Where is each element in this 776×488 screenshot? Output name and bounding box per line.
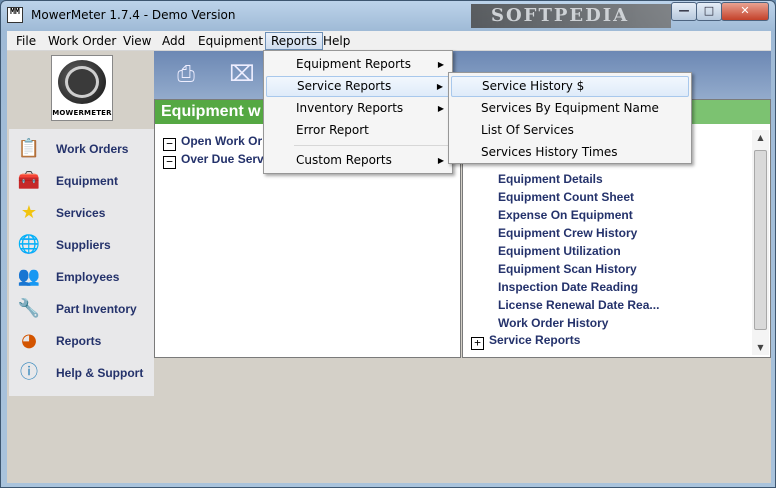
clipboard-icon: 📋 bbox=[17, 138, 41, 159]
report-link[interactable]: Work Order History bbox=[498, 316, 608, 330]
app-icon[interactable]: MM bbox=[7, 7, 23, 23]
vertical-scrollbar[interactable]: ▲ ▼ bbox=[752, 130, 769, 355]
report-link[interactable]: Equipment Details bbox=[498, 172, 603, 186]
menu-bar: File Work Order View Add Equipment Repor… bbox=[7, 31, 771, 51]
empty-workspace bbox=[154, 358, 771, 483]
title-bar[interactable]: MM MowerMeter 1.7.4 - Demo Version SOFTP… bbox=[1, 1, 775, 31]
app-window: MM MowerMeter 1.7.4 - Demo Version SOFTP… bbox=[0, 0, 776, 488]
sidebar-item-equipment[interactable]: 🧰 Equipment bbox=[9, 165, 154, 197]
mowermeter-logo: MOWERMETER bbox=[51, 55, 113, 121]
tree-node-label: Service Reports bbox=[489, 333, 581, 347]
tree-node-over-due-services[interactable]: − Over Due Serv bbox=[163, 152, 264, 169]
sidebar-item-part-inventory[interactable]: 🔧 Part Inventory bbox=[9, 293, 154, 325]
expand-toggle[interactable]: + bbox=[471, 337, 484, 350]
wrench-icon: 🔧 bbox=[17, 298, 41, 319]
sidebar-item-label: Work Orders bbox=[56, 142, 129, 156]
close-button[interactable]: ✕ bbox=[721, 2, 769, 21]
globe-icon: 🌐 bbox=[17, 234, 41, 255]
menu-item-inventory-reports[interactable]: Inventory Reports ▶ bbox=[266, 98, 450, 119]
sidebar-item-label: Help & Support bbox=[56, 366, 144, 380]
submenu-arrow-icon: ▶ bbox=[437, 104, 444, 113]
menu-help[interactable]: Help bbox=[318, 32, 355, 50]
menu-item-services-by-equipment-name[interactable]: Services By Equipment Name bbox=[451, 98, 689, 119]
menu-separator bbox=[294, 145, 448, 146]
menu-equipment[interactable]: Equipment bbox=[193, 32, 268, 50]
sidebar-item-help-support[interactable]: ⓘ Help & Support bbox=[9, 357, 154, 389]
menu-item-list-of-services[interactable]: List Of Services bbox=[451, 120, 689, 141]
scrollbar-thumb[interactable] bbox=[754, 150, 767, 330]
sidebar: MOWERMETER 📋 Work Orders 🧰 Equipment ★ S… bbox=[9, 51, 154, 396]
submenu-arrow-icon: ▶ bbox=[436, 82, 443, 91]
sidebar-item-work-orders[interactable]: 📋 Work Orders bbox=[9, 133, 154, 165]
service-reports-submenu: Service History $ Services By Equipment … bbox=[448, 72, 692, 164]
scroll-up-arrow-icon[interactable]: ▲ bbox=[752, 130, 769, 145]
menu-item-label: Custom Reports bbox=[296, 153, 392, 167]
people-icon: 👥 bbox=[17, 266, 41, 287]
sidebar-item-label: Reports bbox=[56, 334, 102, 348]
cash-register-icon[interactable]: ⌧ bbox=[224, 59, 260, 91]
sidebar-item-label: Employees bbox=[56, 270, 120, 284]
tree-node-service-reports[interactable]: + Service Reports bbox=[471, 333, 580, 350]
menu-item-custom-reports[interactable]: Custom Reports ▶ bbox=[266, 150, 450, 171]
menu-add[interactable]: Add bbox=[157, 32, 190, 50]
menu-item-label: Service Reports bbox=[297, 79, 392, 93]
collapse-toggle[interactable]: − bbox=[163, 138, 176, 151]
sidebar-item-suppliers[interactable]: 🌐 Suppliers bbox=[9, 229, 154, 261]
report-link[interactable]: Inspection Date Reading bbox=[498, 280, 638, 294]
menu-view[interactable]: View bbox=[118, 32, 156, 50]
sidebar-item-services[interactable]: ★ Services bbox=[9, 197, 154, 229]
menu-work-order[interactable]: Work Order bbox=[43, 32, 121, 50]
sidebar-item-label: Suppliers bbox=[56, 238, 111, 252]
pie-chart-icon: ◕ bbox=[21, 330, 37, 351]
info-icon: ⓘ bbox=[20, 362, 38, 383]
report-link[interactable]: Expense On Equipment bbox=[498, 208, 633, 222]
menu-item-service-reports[interactable]: Service Reports ▶ bbox=[266, 76, 450, 97]
tree-node-open-work-orders[interactable]: − Open Work Or bbox=[163, 134, 263, 151]
nav-list: 📋 Work Orders 🧰 Equipment ★ Services 🌐 S… bbox=[9, 129, 154, 396]
menu-item-services-history-times[interactable]: Services History Times bbox=[451, 142, 689, 163]
menu-item-service-history-dollars[interactable]: Service History $ bbox=[451, 76, 689, 97]
sidebar-item-label: Equipment bbox=[56, 174, 118, 188]
reports-dropdown: Equipment Reports ▶ Service Reports ▶ In… bbox=[263, 50, 453, 174]
scroll-down-arrow-icon[interactable]: ▼ bbox=[752, 340, 769, 355]
printer-icon[interactable]: ⎙ bbox=[168, 59, 204, 91]
report-link[interactable]: License Renewal Date Rea... bbox=[498, 298, 659, 312]
softpedia-watermark: SOFTPEDIA bbox=[471, 4, 671, 28]
tree-node-label: Over Due Serv bbox=[181, 152, 264, 166]
menu-reports[interactable]: Reports bbox=[265, 32, 324, 50]
logo-text: MOWERMETER bbox=[52, 109, 112, 117]
sidebar-item-label: Services bbox=[56, 206, 106, 220]
tree-node-label: Open Work Or bbox=[181, 134, 263, 148]
submenu-arrow-icon: ▶ bbox=[437, 156, 444, 165]
collapse-toggle[interactable]: − bbox=[163, 156, 176, 169]
report-link[interactable]: Equipment Scan History bbox=[498, 262, 637, 276]
menu-item-label: Equipment Reports bbox=[296, 57, 411, 71]
menu-item-equipment-reports[interactable]: Equipment Reports ▶ bbox=[266, 54, 450, 75]
report-link[interactable]: Equipment Crew History bbox=[498, 226, 637, 240]
menu-item-label: Error Report bbox=[296, 123, 369, 137]
logo-ring bbox=[65, 66, 99, 98]
report-link[interactable]: Equipment Utilization bbox=[498, 244, 621, 258]
star-icon: ★ bbox=[20, 202, 38, 223]
maximize-button[interactable]: □ bbox=[696, 2, 722, 21]
toolbox-icon: 🧰 bbox=[17, 170, 41, 191]
window-title: MowerMeter 1.7.4 - Demo Version bbox=[31, 8, 236, 22]
submenu-arrow-icon: ▶ bbox=[437, 60, 444, 69]
report-link[interactable]: Equipment Count Sheet bbox=[498, 190, 634, 204]
menu-item-error-report[interactable]: Error Report bbox=[266, 120, 450, 141]
sidebar-item-reports[interactable]: ◕ Reports bbox=[9, 325, 154, 357]
menu-file[interactable]: File bbox=[11, 32, 41, 50]
minimize-button[interactable]: — bbox=[671, 2, 697, 21]
sidebar-item-label: Part Inventory bbox=[56, 302, 137, 316]
sidebar-item-employees[interactable]: 👥 Employees bbox=[9, 261, 154, 293]
menu-item-label: Inventory Reports bbox=[296, 101, 404, 115]
